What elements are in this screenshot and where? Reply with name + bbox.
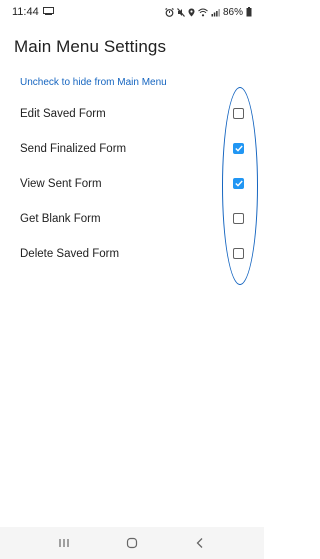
status-left: 11:44 (12, 6, 54, 18)
view-sent-form-checkbox[interactable] (233, 178, 244, 189)
setting-label: Edit Saved Form (20, 107, 106, 120)
nav-bar (0, 527, 264, 559)
battery-percent: 86% (222, 6, 243, 18)
location-icon (188, 8, 195, 17)
wifi-icon (198, 8, 208, 17)
setting-row-delete-saved-form[interactable]: Delete Saved Form (0, 236, 264, 271)
delete-saved-form-checkbox[interactable] (233, 248, 244, 259)
setting-label: View Sent Form (20, 177, 102, 190)
page-title: Main Menu Settings (14, 37, 167, 56)
mute-icon (177, 7, 185, 17)
settings-list: Edit Saved Form Send Finalized Form View… (0, 96, 264, 271)
setting-label: Delete Saved Form (20, 247, 120, 260)
home-icon[interactable] (117, 531, 147, 555)
section-header: Uncheck to hide from Main Menu (20, 77, 167, 88)
back-icon[interactable] (185, 531, 215, 555)
send-finalized-form-checkbox[interactable] (233, 143, 244, 154)
setting-row-get-blank-form[interactable]: Get Blank Form (0, 201, 264, 236)
get-blank-form-checkbox[interactable] (233, 213, 244, 224)
setting-row-send-finalized-form[interactable]: Send Finalized Form (0, 131, 264, 166)
setting-row-edit-saved-form[interactable]: Edit Saved Form (0, 96, 264, 131)
status-bar: 11:44 86% (0, 0, 264, 24)
recents-icon[interactable] (49, 531, 79, 555)
status-right: 86% (165, 7, 252, 18)
alarm-icon (165, 7, 174, 17)
check-icon (234, 145, 243, 152)
setting-row-view-sent-form[interactable]: View Sent Form (0, 166, 264, 201)
setting-label: Get Blank Form (20, 212, 101, 225)
status-time: 11:44 (12, 6, 39, 18)
app-bar: Main Menu Settings (0, 24, 264, 70)
cast-icon (42, 6, 54, 18)
signal-icon (211, 8, 220, 17)
setting-label: Send Finalized Form (20, 142, 127, 155)
screen: 11:44 86% Main Menu Settings Uncheck to … (0, 0, 264, 559)
check-icon (234, 180, 243, 187)
edit-saved-form-checkbox[interactable] (233, 108, 244, 119)
battery-icon (246, 7, 252, 17)
